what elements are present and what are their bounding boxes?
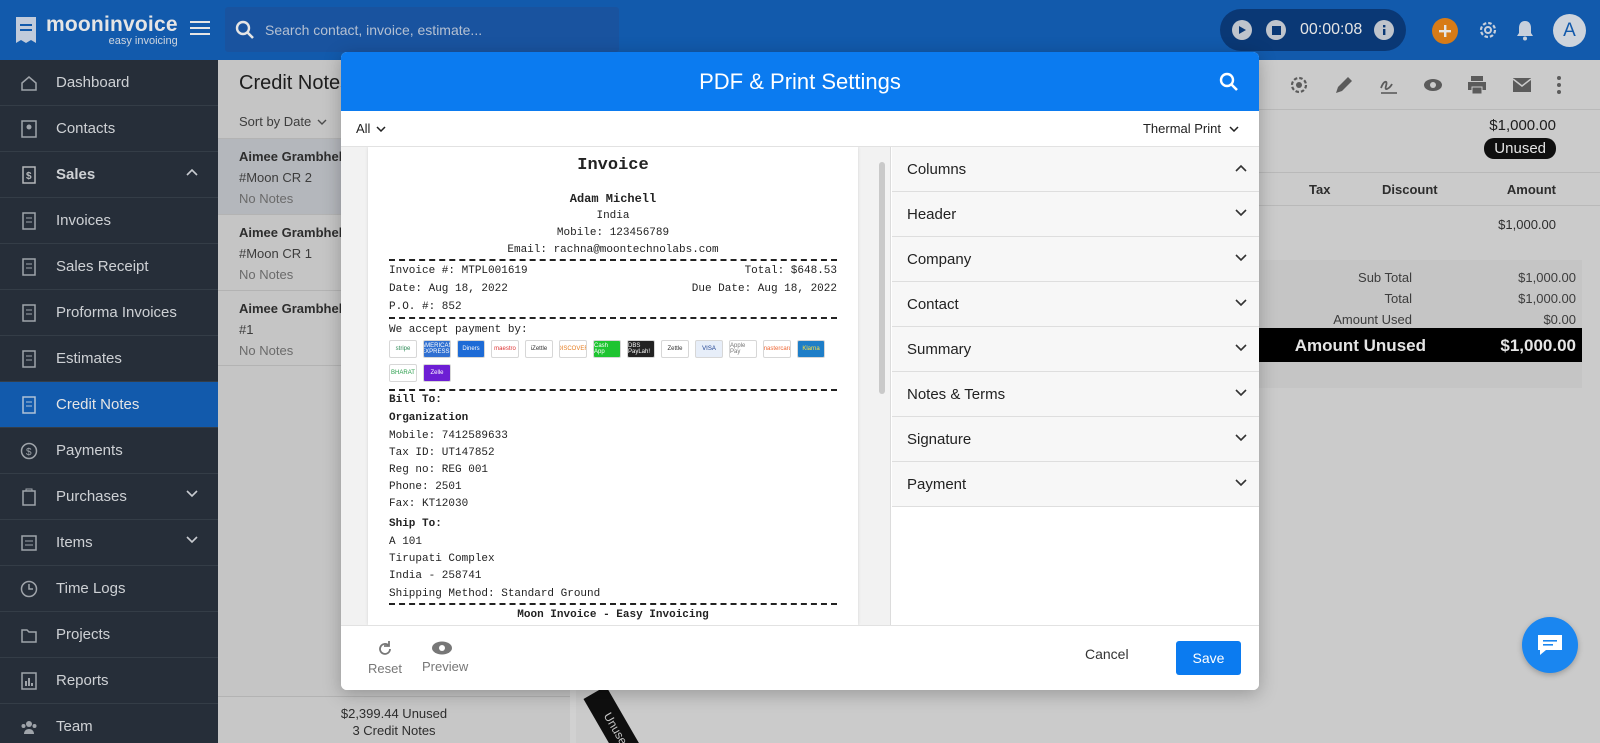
eye-icon	[432, 641, 452, 655]
maestro-icon: maestro	[491, 340, 519, 358]
payment-heading: We accept payment by:	[389, 324, 528, 336]
bill-to-fax: Fax: KT12030	[389, 498, 469, 510]
chevron-down-icon	[1235, 254, 1247, 262]
zelle-icon: Zelle	[423, 364, 451, 382]
section-label: Contact	[907, 295, 959, 313]
visa-icon: VISA	[695, 340, 723, 358]
receipt-mobile: Mobile: 123456789	[556, 227, 670, 239]
filter-dropdown[interactable]: All	[356, 121, 386, 136]
filter-bar: All Thermal Print	[341, 111, 1259, 147]
section-label: Company	[907, 250, 972, 268]
ship-to-line2: Tirupati Complex	[389, 553, 495, 565]
bill-to-tax-id: Tax ID: UT147852	[389, 447, 495, 459]
reset-button[interactable]: Reset	[365, 640, 405, 676]
discover-icon: DISCOVER	[559, 340, 587, 358]
bill-to-heading: Bill To:	[389, 394, 442, 406]
modal-title: PDF & Print Settings	[699, 68, 901, 94]
preview-scrollbar[interactable]	[879, 162, 885, 394]
ship-to-heading: Ship To:	[389, 518, 442, 530]
section-label: Header	[907, 205, 957, 223]
template-value: Thermal Print	[1142, 121, 1221, 136]
preview-label: Preview	[422, 659, 469, 674]
stripe-icon: stripe	[389, 340, 417, 358]
receipt-footer-text: Moon Invoice - Easy Invoicing	[517, 609, 709, 621]
section-payment[interactable]: Payment	[892, 462, 1259, 507]
section-label: Signature	[907, 430, 972, 448]
mastercard-icon: mastercard	[763, 340, 791, 358]
receipt-due-date: Due Date: Aug 18, 2022	[691, 283, 837, 295]
reset-label: Reset	[368, 661, 402, 676]
section-contact[interactable]: Contact	[892, 282, 1259, 327]
bill-to-organization: Organization	[389, 412, 469, 424]
modal-footer: Reset Preview Cancel Save	[341, 625, 1259, 690]
section-header[interactable]: Header	[892, 192, 1259, 237]
receipt-preview: Invoice Adam Michell India Mobile: 12345…	[368, 147, 858, 625]
settings-accordion: Columns Header Company Contact Summary N…	[892, 147, 1259, 625]
receipt-preview-area[interactable]: Invoice Adam Michell India Mobile: 12345…	[341, 147, 891, 625]
section-signature[interactable]: Signature	[892, 417, 1259, 462]
divider	[389, 259, 837, 261]
chevron-down-icon	[1235, 209, 1247, 217]
receipt-company-name: Adam Michell	[569, 192, 657, 206]
preview-button[interactable]: Preview	[422, 640, 468, 674]
save-button[interactable]: Save	[1176, 641, 1241, 675]
receipt-country: India	[596, 210, 630, 222]
search-icon[interactable]	[1219, 72, 1239, 92]
ship-to-line3: India - 258741	[389, 570, 482, 582]
receipt-po: P.O. #: 852	[389, 301, 462, 313]
zettle-icon: Zettle	[661, 340, 689, 358]
dbs-paylah-icon: DBS PayLah!	[627, 340, 655, 358]
izettle-icon: iZettle	[525, 340, 553, 358]
chat-icon[interactable]	[1522, 617, 1578, 673]
receipt-email: Email: rachna@moontechnolabs.com	[507, 244, 719, 256]
modal-header: PDF & Print Settings	[341, 52, 1259, 111]
bharat-icon: BHARAT	[389, 364, 417, 382]
section-label: Summary	[907, 340, 972, 358]
chevron-down-icon	[376, 125, 386, 132]
chevron-down-icon	[1235, 434, 1247, 442]
template-dropdown[interactable]: Thermal Print	[1143, 121, 1239, 136]
ship-to-line1: A 101	[389, 536, 423, 548]
section-label: Notes & Terms	[907, 385, 1006, 403]
receipt-title: Invoice	[577, 156, 649, 175]
filter-value: All	[356, 121, 371, 136]
receipt-invoice-number: Invoice #: MTPL001619	[389, 265, 528, 277]
pdf-print-settings-modal: PDF & Print Settings All Thermal Print I…	[341, 52, 1259, 690]
chevron-down-icon	[1235, 299, 1247, 307]
diners-icon: Diners	[457, 340, 485, 358]
receipt-total: Total: $648.53	[744, 265, 837, 277]
section-summary[interactable]: Summary	[892, 327, 1259, 372]
cancel-button[interactable]: Cancel	[1085, 646, 1129, 662]
chevron-down-icon	[1235, 344, 1247, 352]
divider	[389, 389, 837, 391]
divider	[389, 317, 837, 319]
bill-to-reg-no: Reg no: REG 001	[389, 464, 489, 476]
apple-pay-icon: Apple Pay	[729, 340, 757, 358]
section-columns[interactable]: Columns	[892, 147, 1259, 192]
section-notes-terms[interactable]: Notes & Terms	[892, 372, 1259, 417]
klarna-icon: Klarna	[797, 340, 825, 358]
section-label: Columns	[907, 160, 967, 178]
shipping-method: Shipping Method: Standard Ground	[389, 588, 601, 600]
chevron-down-icon	[1229, 125, 1239, 132]
receipt-date: Date: Aug 18, 2022	[389, 283, 508, 295]
cashapp-icon: Cash App	[593, 340, 621, 358]
divider	[389, 603, 837, 605]
chevron-up-icon	[1235, 164, 1247, 172]
bill-to-mobile: Mobile: 7412589633	[389, 430, 508, 442]
section-company[interactable]: Company	[892, 237, 1259, 282]
amex-icon: AMERICAN EXPRESS	[423, 340, 451, 358]
chevron-down-icon	[1235, 479, 1247, 487]
chevron-down-icon	[1235, 389, 1247, 397]
section-label: Payment	[907, 475, 967, 493]
modal-body: Invoice Adam Michell India Mobile: 12345…	[341, 147, 1259, 625]
bill-to-phone: Phone: 2501	[389, 481, 462, 493]
refresh-icon	[379, 641, 391, 655]
